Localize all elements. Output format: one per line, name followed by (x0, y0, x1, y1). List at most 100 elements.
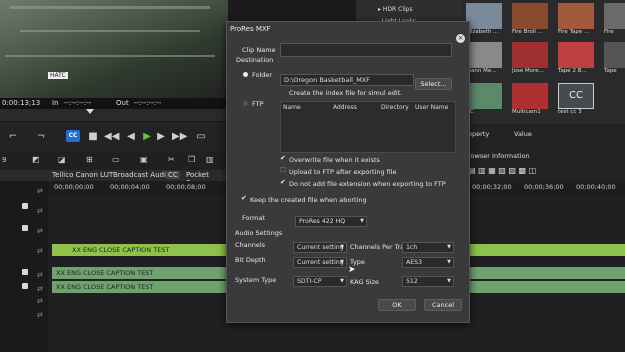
fast-forward-icon[interactable]: ▶▶ (172, 130, 187, 144)
bit-depth-select[interactable]: Current setting ▼ (293, 257, 347, 268)
chevron-down-icon: ▼ (340, 244, 344, 250)
bin-clip[interactable]: Tape 2 B... (558, 42, 594, 76)
scrub-bar[interactable] (0, 109, 228, 121)
mark-in-icon[interactable]: ⌐ (6, 130, 20, 144)
channels-select[interactable]: Current setting ▼ (293, 242, 347, 253)
caption-clip[interactable] (466, 281, 625, 293)
close-icon[interactable]: × (456, 34, 465, 43)
tool-icon[interactable]: ◪ (58, 155, 66, 164)
cc-button[interactable]: CC (66, 130, 80, 142)
folder-radio[interactable] (243, 72, 248, 77)
save-icon[interactable]: ▣ (140, 155, 148, 164)
bin-clip[interactable]: Tape (604, 42, 625, 76)
sync-icon[interactable]: ⇄ (37, 311, 47, 319)
clip-thumbnail (558, 42, 594, 68)
track-toggle[interactable] (22, 283, 28, 289)
select-button[interactable]: Select... (415, 78, 452, 90)
tool-icon[interactable]: ⊞ (86, 155, 93, 164)
mark-out-icon[interactable]: ¬ (34, 130, 48, 144)
track-toggle[interactable] (22, 225, 28, 231)
type-select[interactable]: AES3 ▼ (402, 257, 454, 268)
scene-detail (20, 30, 200, 32)
bin-clip[interactable]: Multicam1 (512, 83, 548, 117)
chevron-down-icon: ▼ (360, 218, 364, 224)
ok-button[interactable]: OK (378, 299, 416, 311)
channels-label: Channels (235, 241, 266, 249)
tab-tellico[interactable]: Tellico Canon LUT (52, 171, 113, 179)
clip-label: Fire Tape ... (558, 29, 590, 35)
property-header: operty (468, 130, 490, 138)
clip-thumbnail (512, 83, 548, 109)
overwrite-checkbox[interactable]: ✔ (280, 155, 287, 162)
bin-clip[interactable]: Fire (604, 3, 625, 37)
cut-icon[interactable]: ✂ (168, 155, 175, 164)
caption-clip[interactable] (466, 244, 625, 256)
sync-icon[interactable]: ⇄ (37, 187, 47, 195)
sync-icon[interactable]: ⇄ (37, 207, 47, 215)
video-viewer[interactable]: HATC (0, 0, 228, 98)
tab-cc[interactable]: CC (166, 171, 180, 179)
timeline-tabs: Tellico Canon LUT Broadcast Audio CC Poc… (0, 170, 228, 187)
format-value: ProRes 422 HQ (299, 218, 346, 225)
bin-clip[interactable]: Joann Me... (466, 42, 502, 76)
track-toggle[interactable] (22, 203, 28, 209)
scene-detail (5, 55, 215, 57)
format-select[interactable]: ProRes 422 HQ ▼ (295, 216, 367, 227)
clip-label: Joann Me... (466, 68, 497, 74)
system-type-select[interactable]: SDTI-CP ▼ (293, 276, 347, 287)
bin-clip[interactable]: Jose More... (512, 42, 548, 76)
format-label: Format (242, 214, 265, 222)
ftp-server-table[interactable]: Name Address Directory User Name (280, 101, 456, 153)
sync-icon[interactable]: ⇄ (37, 247, 47, 255)
tree-item-hdr-clips[interactable]: ▸ HDR Clips (378, 6, 413, 13)
step-back-icon[interactable]: ◀ (124, 130, 138, 144)
tool-icon[interactable]: ◩ (32, 155, 40, 164)
ruler-tick: 00;00;04;00 (110, 183, 150, 191)
no-extension-checkbox[interactable]: ✔ (280, 179, 287, 186)
chevron-down-icon: ▼ (447, 244, 451, 250)
folder-icon[interactable]: ▭ (112, 155, 120, 164)
sync-icon[interactable]: ⇄ (37, 271, 47, 279)
sync-icon[interactable]: ⇄ (37, 297, 47, 305)
channels-per-track-select[interactable]: 1ch ▼ (402, 242, 454, 253)
ftp-radio[interactable] (243, 101, 248, 106)
ruler-tick: 00;00;36;00 (524, 183, 564, 191)
panel-tool-icons[interactable]: ▤ ▥ ▦ ▧ ▨ ▩ ◫ (468, 166, 536, 175)
cancel-button[interactable]: Cancel (424, 299, 462, 311)
step-forward-icon[interactable]: ▶ (154, 130, 168, 144)
dialog-title: ProRes MXF (230, 25, 271, 33)
sync-icon[interactable]: ⇄ (37, 285, 47, 293)
track-toggle[interactable] (22, 269, 28, 275)
rewind-icon[interactable]: ◀◀ (104, 130, 119, 144)
delete-icon[interactable]: ▥ (206, 155, 214, 164)
play-icon[interactable]: ▶ (140, 130, 154, 144)
ftp-col-directory: Directory (381, 104, 409, 111)
folder-path-input[interactable] (280, 74, 414, 86)
bin-clip[interactable]: CC (466, 83, 502, 117)
clip-thumbnail (466, 3, 502, 29)
sync-icon[interactable]: ⇄ (37, 227, 47, 235)
output-icon[interactable]: ▭ (194, 130, 208, 144)
no-extension-label: Do not add file extension when exporting… (289, 180, 446, 188)
ftp-col-address: Address (333, 104, 357, 111)
caption-clip[interactable]: XX ENG CLOSE CAPTION TEST (52, 267, 228, 279)
ruler-tick: 00;00;40;00 (576, 183, 616, 191)
tab-broadcast-audio[interactable]: Broadcast Audio (113, 171, 170, 179)
playhead-marker[interactable] (86, 109, 94, 114)
kag-size-select[interactable]: 512 ▼ (402, 276, 454, 287)
caption-clip[interactable]: XX ENG CLOSE CAPTION TEST (52, 281, 228, 293)
toolbar-number: 9 (2, 156, 7, 164)
stop-icon[interactable]: ■ (86, 130, 100, 144)
keep-created-checkbox[interactable]: ✔ (241, 195, 248, 202)
clip-name-input[interactable] (280, 43, 452, 57)
copy-icon[interactable]: ❐ (188, 155, 195, 164)
caption-clip[interactable]: XX ENG CLOSE CAPTION TEST (52, 244, 232, 256)
upload-ftp-checkbox[interactable]: ☐ (280, 167, 287, 174)
overwrite-label: Overwrite file when it exists (289, 156, 380, 164)
bin-clip[interactable]: Fire Broll ... (512, 3, 548, 37)
bin-clip[interactable]: CC test cc 3 (558, 83, 594, 117)
caption-clip[interactable] (466, 267, 625, 279)
bin-clip[interactable]: Fire Tape ... (558, 3, 594, 37)
folder-label: Folder (252, 71, 273, 79)
bin-clip[interactable]: Elizabeth ... (466, 3, 502, 37)
